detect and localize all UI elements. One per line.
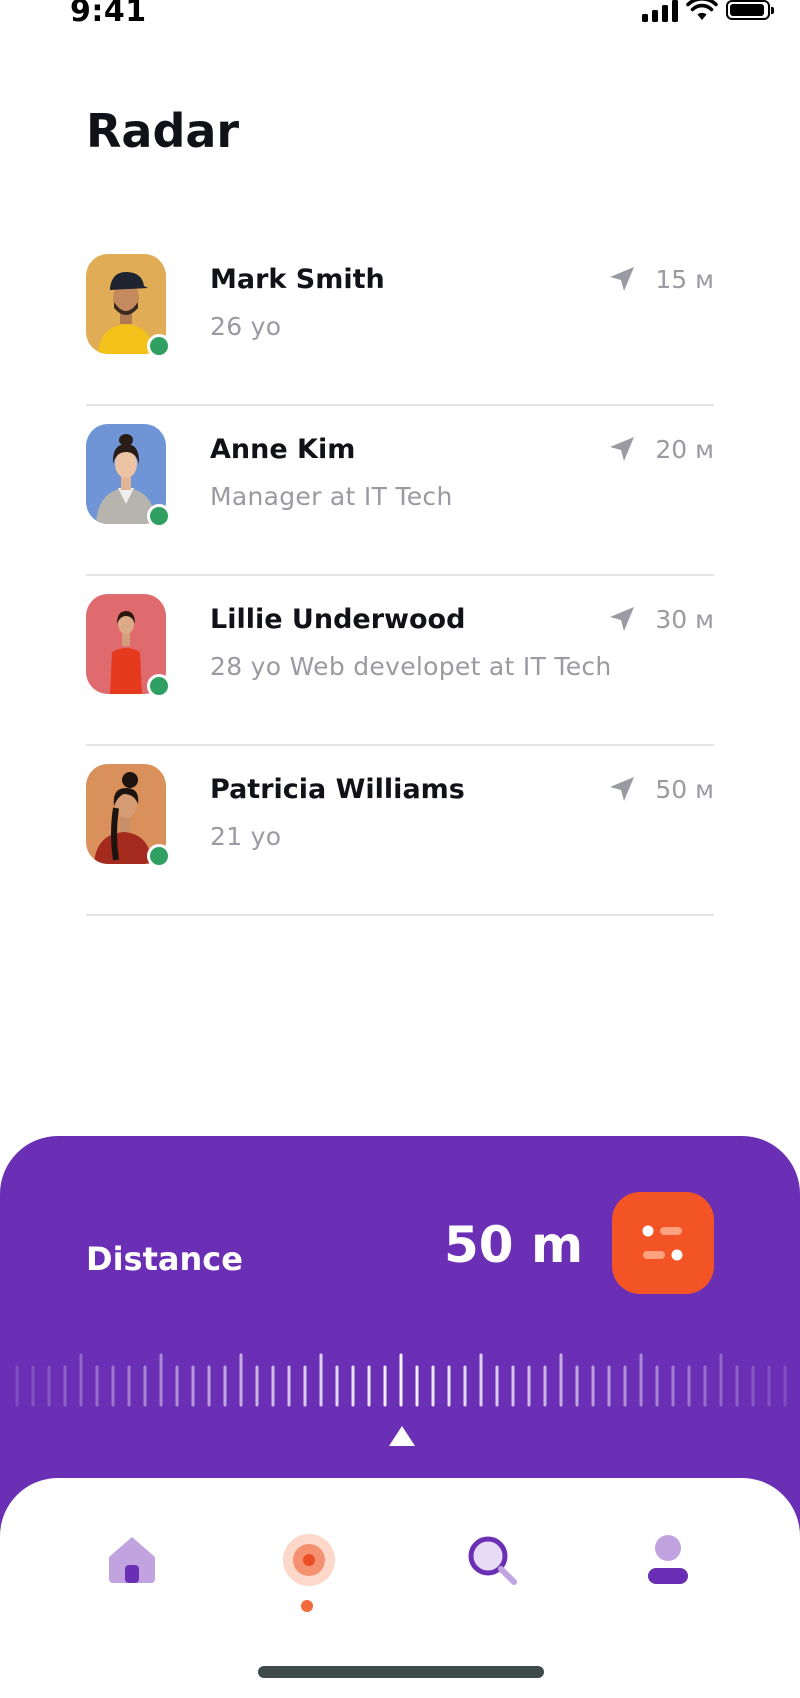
status-bar: 9:41 (0, 0, 800, 40)
battery-icon (726, 0, 774, 20)
navigation-arrow-icon (610, 777, 635, 801)
avatar (86, 254, 171, 358)
distance: 20 м (607, 434, 714, 464)
navigation-arrow-icon (610, 267, 635, 291)
list-item[interactable]: Patricia Williams 21 yo 50 м (86, 746, 714, 916)
nav-home[interactable] (102, 1530, 162, 1590)
active-tab-indicator (301, 1600, 313, 1612)
people-list: Mark Smith 26 yo 15 м Anne Kim Manager a… (86, 236, 714, 916)
distance-value-display: 50 m (444, 1216, 584, 1274)
online-status-dot (147, 504, 171, 528)
person-description: 26 yo (210, 312, 282, 341)
distance-slider[interactable] (0, 1352, 800, 1412)
avatar (86, 594, 171, 698)
status-time: 9:41 (70, 0, 147, 29)
person-name: Lillie Underwood (210, 604, 466, 635)
radar-icon (283, 1534, 335, 1586)
person-description: 28 yo Web developet at IT Tech (210, 652, 612, 681)
online-status-dot (147, 844, 171, 868)
battery-level (730, 4, 764, 16)
profile-icon (648, 1535, 688, 1584)
person-description: 21 yo (210, 822, 282, 851)
person-name: Anne Kim (210, 434, 356, 465)
list-item[interactable]: Lillie Underwood 28 yo Web developet at … (86, 576, 714, 746)
nav-radar[interactable] (279, 1530, 339, 1590)
person-description: Manager at IT Tech (210, 482, 453, 511)
person-name: Mark Smith (210, 264, 385, 295)
online-status-dot (147, 674, 171, 698)
distance-label: Distance (86, 1240, 243, 1278)
filter-icon (642, 1225, 683, 1261)
nav-search[interactable] (462, 1530, 522, 1590)
distance: 15 м (607, 264, 714, 294)
distance-value: 50 м (655, 774, 714, 804)
status-icons (642, 0, 774, 22)
distance-value: 20 м (655, 434, 714, 464)
filter-button[interactable] (612, 1192, 714, 1294)
distance-value: 30 м (655, 604, 714, 634)
avatar (86, 424, 171, 528)
slider-pointer-icon (389, 1426, 415, 1446)
distance: 50 м (607, 774, 714, 804)
navigation-arrow-icon (610, 437, 635, 461)
avatar (86, 764, 171, 868)
list-item[interactable]: Anne Kim Manager at IT Tech 20 м (86, 406, 714, 576)
search-icon (468, 1536, 517, 1585)
page-title: Radar (86, 104, 240, 158)
wifi-icon (686, 0, 718, 20)
home-indicator (258, 1666, 544, 1678)
distance: 30 м (607, 604, 714, 634)
bottom-navigation (0, 1478, 800, 1698)
cellular-signal-icon (642, 0, 678, 22)
person-name: Patricia Williams (210, 774, 465, 805)
home-icon (109, 1537, 155, 1583)
navigation-arrow-icon (610, 607, 635, 631)
distance-value: 15 м (655, 264, 714, 294)
list-item[interactable]: Mark Smith 26 yo 15 м (86, 236, 714, 406)
online-status-dot (147, 334, 171, 358)
nav-profile[interactable] (638, 1530, 698, 1590)
